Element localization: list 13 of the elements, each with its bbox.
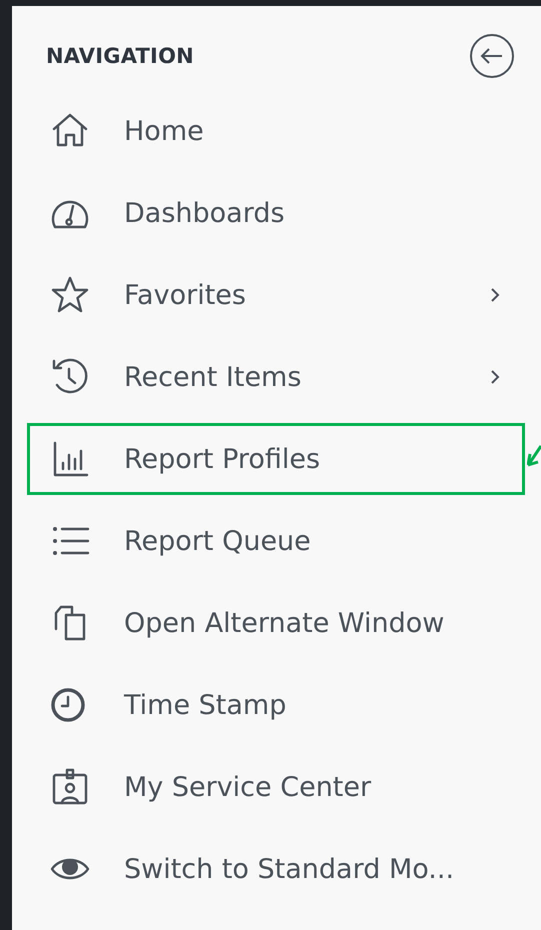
menu-item[interactable]: My Service Center [27, 751, 525, 823]
menu-item[interactable]: Favorites [27, 259, 525, 331]
menu-item[interactable]: Recent Items [27, 341, 525, 413]
panel-title: NAVIGATION [46, 44, 194, 68]
menu-item[interactable]: Report Queue [27, 505, 525, 577]
collapse-button[interactable] [469, 33, 515, 79]
menu-item[interactable]: Time Stamp [27, 669, 525, 741]
annotation-arrow [527, 445, 541, 466]
menu-item[interactable]: Dashboards [27, 177, 525, 249]
menu-item[interactable]: Home [27, 95, 525, 167]
menu-item[interactable]: Switch to Standard Mo... [27, 833, 525, 905]
menu-item[interactable]: Open Alternate Window [27, 587, 525, 659]
menu-item[interactable]: Report Profiles [27, 423, 525, 495]
